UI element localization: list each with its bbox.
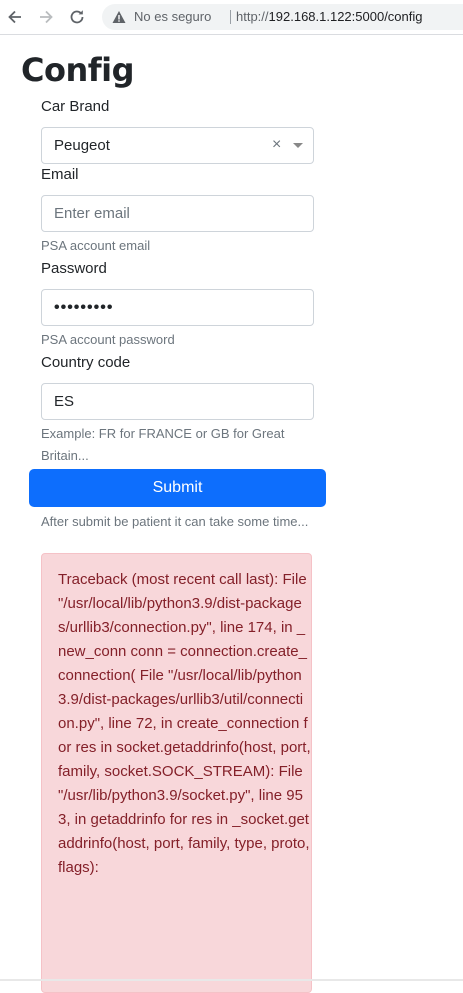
submit-button[interactable]: Submit [29,469,326,507]
security-status[interactable]: No es seguro [134,4,211,30]
car-brand-select[interactable]: Peugeot × [41,127,314,164]
url-host-path: 192.168.1.122:5000/config [268,9,423,24]
password-help-text: PSA account password [41,332,175,347]
email-help-text: PSA account email [41,238,151,253]
page-title: Config [21,51,135,89]
error-alert: Traceback (most recent call last): File … [41,553,312,993]
country-code-field[interactable]: ES [41,383,314,420]
car-brand-selected-value: Peugeot [54,137,110,154]
password-field[interactable]: ••••••••• [41,289,314,326]
country-code-label: Country code [41,354,131,371]
clear-icon[interactable]: × [272,137,286,153]
email-field[interactable]: Enter email [41,195,314,232]
warning-icon [112,11,126,23]
password-masked-value: ••••••••• [54,299,114,316]
address-divider [230,10,231,24]
url-text[interactable]: http://192.168.1.122:5000/config [236,4,423,30]
password-label: Password [41,260,107,277]
forward-arrow-icon[interactable] [36,7,56,27]
car-brand-label: Car Brand [41,98,110,115]
email-label: Email [41,166,79,183]
chevron-down-icon[interactable] [293,143,303,148]
url-scheme: http:// [236,9,269,24]
email-placeholder: Enter email [54,205,130,222]
error-traceback-text: Traceback (most recent call last): File … [58,571,311,876]
reload-icon[interactable] [67,7,87,27]
country-code-help-text: Example: FR for FRANCE or GB for Great B… [41,426,285,463]
submit-help-text: After submit be patient it can take some… [41,514,309,529]
address-bar[interactable]: No es seguro http://192.168.1.122:5000/c… [102,4,463,30]
country-code-value: ES [54,393,75,410]
browser-toolbar: No es seguro http://192.168.1.122:5000/c… [0,0,463,35]
back-arrow-icon[interactable] [5,7,25,27]
